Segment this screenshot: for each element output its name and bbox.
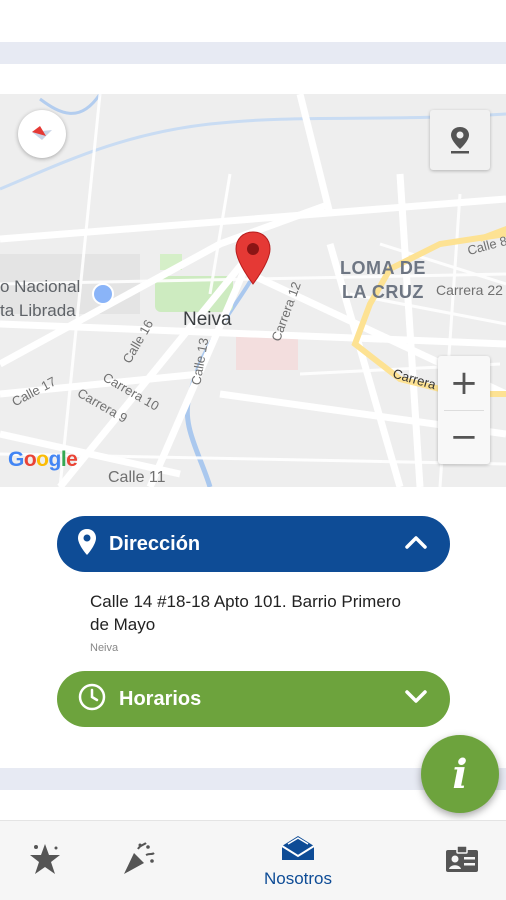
location-pin-icon (77, 528, 97, 561)
id-card-icon (444, 844, 480, 879)
street-label: Carrera 22 (436, 282, 503, 298)
party-popper-icon (120, 841, 156, 882)
zoom-controls: + − (438, 356, 490, 464)
district-label: LOMA DE (340, 258, 426, 278)
direccion-header-button[interactable]: Dirección (57, 516, 450, 572)
nav-item-nosotros[interactable]: Nosotros (250, 821, 346, 900)
address-text: Calle 14 #18-18 Apto 101. Barrio Primero… (90, 592, 401, 634)
nav-item-favorites[interactable] (20, 821, 70, 900)
compass-icon[interactable] (18, 110, 66, 158)
map-marker-icon[interactable] (234, 230, 272, 291)
district-label: LA CRUZ (342, 282, 424, 302)
nav-label-nosotros: Nosotros (263, 868, 333, 888)
nav-item-contact[interactable] (438, 821, 486, 900)
info-fab-button[interactable]: i (421, 735, 499, 813)
zoom-out-button[interactable]: − (438, 410, 490, 464)
nav-item-events[interactable] (110, 821, 166, 900)
star-icon (28, 842, 62, 881)
horarios-title: Horarios (119, 687, 202, 710)
map-view[interactable]: Calle 8 Carrera 22 Carrera 15 Calle 16 C… (0, 94, 506, 487)
chevron-up-icon (404, 534, 428, 555)
place-label: ta Librada (0, 301, 76, 320)
google-logo: Google (8, 448, 78, 471)
map-pin-icon[interactable] (430, 110, 490, 170)
place-pin-icon (92, 283, 114, 305)
envelope-icon (280, 834, 316, 867)
top-divider-band (0, 42, 506, 64)
city-label: Neiva (183, 309, 232, 330)
place-label: o Nacional (0, 277, 81, 296)
bottom-navigation: Nosotros (0, 820, 506, 900)
address-city: Neiva (90, 642, 119, 654)
info-icon: i (452, 750, 468, 798)
chevron-down-icon (404, 689, 428, 710)
horarios-header-button[interactable]: Horarios (57, 671, 450, 727)
direccion-title: Dirección (109, 532, 201, 555)
zoom-in-button[interactable]: + (438, 356, 490, 410)
street-label: Calle 11 (108, 469, 166, 486)
clock-icon (77, 682, 107, 717)
